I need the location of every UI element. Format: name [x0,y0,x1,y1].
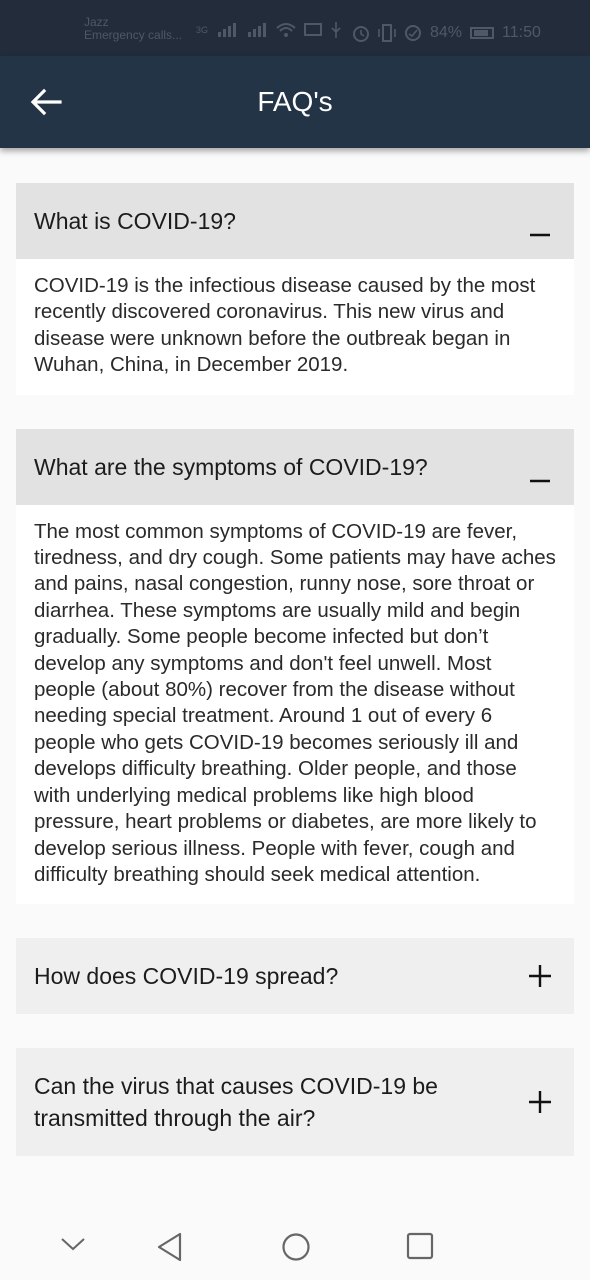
alarm-icon [353,26,369,42]
minus-icon[interactable] [528,223,552,247]
faq-item: How does COVID-19 spread? [16,938,574,1015]
signal-icon-2 [248,23,267,37]
battery-percent: 84% [430,24,463,41]
status-right: 84% 11:50 [352,24,541,42]
recents-square-icon[interactable] [406,1232,434,1260]
faq-question: Can the virus that causes COVID-19 be tr… [34,1073,438,1132]
faq-item: Can the virus that causes COVID-19 be tr… [16,1048,574,1157]
faq-question: What are the symptoms of COVID-19? [34,453,428,480]
faq-question: What is COVID-19? [34,208,236,234]
back-triangle-icon[interactable] [156,1232,184,1262]
data-saver-icon [405,25,421,41]
minus-icon[interactable] [528,469,552,493]
faq-item: What is COVID-19? COVID-19 is the infect… [16,183,574,395]
plus-icon[interactable] [528,1090,552,1114]
battery-icon [470,27,495,39]
network-type: 3G [196,25,209,35]
faq-answer: COVID-19 is the infectious disease cause… [16,259,574,395]
signal-icons: 3G [196,22,342,38]
usb-icon [331,22,341,38]
chevron-down-icon[interactable] [60,1236,86,1252]
faq-answer: The most common symptoms of COVID-19 are… [16,504,574,905]
faq-header[interactable]: What are the symptoms of COVID-19? [16,428,574,505]
carrier-subtext: Emergency calls... [84,28,183,42]
faq-header[interactable]: How does COVID-19 spread? [16,938,574,1015]
faq-header[interactable]: Can the virus that causes COVID-19 be tr… [16,1048,574,1157]
faq-list: What is COVID-19? COVID-19 is the infect… [16,183,574,1190]
clock: 11:50 [502,24,541,41]
carrier-info: Jazz Emergency calls... [84,16,182,42]
plus-icon[interactable] [528,964,552,988]
wifi-icon [276,23,296,37]
faq-question: How does COVID-19 spread? [34,963,339,990]
cast-icon [304,23,323,36]
vibrate-icon [378,24,396,42]
signal-icon [218,23,237,37]
app-bar: FAQ's [0,56,590,148]
faq-header[interactable]: What is COVID-19? [16,183,574,259]
faq-item: What are the symptoms of COVID-19? The m… [16,428,574,905]
system-nav-bar [0,1210,590,1280]
page-title: FAQ's [257,86,333,117]
home-circle-icon[interactable] [281,1232,311,1262]
status-bar: Jazz Emergency calls... 3G 84% 11:50 [0,0,590,56]
